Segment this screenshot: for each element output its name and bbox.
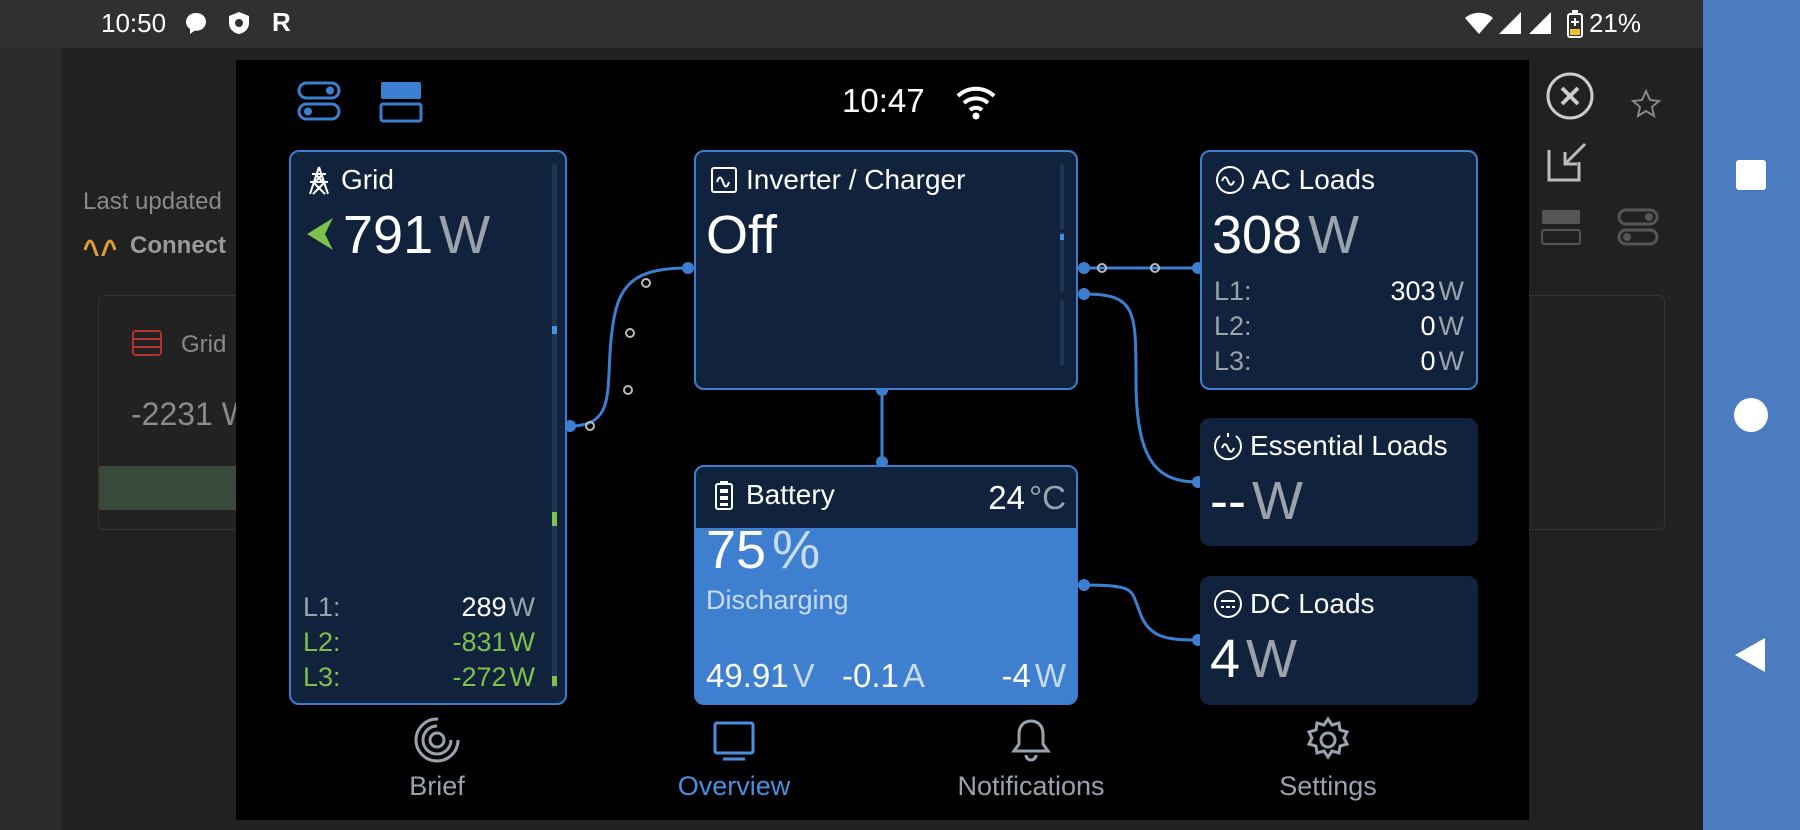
brief-icon (414, 717, 460, 763)
gear-icon (1306, 716, 1350, 760)
battery-tile[interactable]: Battery 24 °C 75% Discharging 49.91 V -0.1… (694, 465, 1078, 705)
ac-loads-tile[interactable]: AC Loads 308 W L1: 303 W L2: 0W L3: 0W (1200, 150, 1478, 390)
grid-card-icon (132, 330, 162, 356)
cell-signal-icon (1499, 12, 1521, 34)
nav-brief[interactable]: Brief (337, 715, 537, 802)
battery-icon-tile (715, 481, 733, 510)
status-bar: 10:50 R 21% (0, 0, 1703, 48)
close-icon[interactable] (1544, 70, 1596, 122)
ac-phase-l1: L1: 303 W (1214, 276, 1464, 306)
home-button[interactable] (1734, 398, 1768, 432)
ac-loads-unit: W (1308, 205, 1360, 265)
ac-phase-l2: L2: 0W (1214, 311, 1464, 341)
android-nav-bar (1703, 0, 1800, 830)
bg-grid-chart (99, 466, 259, 510)
essential-loads-tile[interactable]: Essential Loads -- W (1200, 418, 1478, 546)
inverter-title: Inverter / Charger (746, 164, 966, 195)
inverter-state: Off (706, 205, 778, 265)
chat-bubble-icon (186, 13, 206, 34)
r-app-icon: R (272, 7, 291, 37)
battery-icon (1567, 10, 1583, 38)
grid-value: 791 (343, 205, 434, 265)
shield-icon (229, 12, 249, 34)
battery-state: Discharging (706, 585, 849, 615)
essential-loads-unit: W (1251, 471, 1303, 531)
grid-gauge (552, 164, 557, 689)
grid-title: Grid (341, 164, 394, 195)
overview-icon (713, 721, 755, 761)
essential-loads-icon (1214, 433, 1242, 461)
overview-panel: 10:47 Grid 791 W L1: 289 W L2: -831 W L3… (236, 60, 1529, 820)
cell-signal-icon-2 (1529, 12, 1551, 34)
last-updated-label: Last updated (83, 188, 222, 215)
bell-icon (1011, 719, 1051, 762)
inverter-gauge (1060, 232, 1064, 292)
dc-loads-icon (1214, 590, 1242, 618)
battery-temperature: 24 °C (988, 479, 1066, 516)
nav-settings[interactable]: Settings (1228, 715, 1428, 802)
connection-icon (83, 239, 117, 256)
back-button[interactable] (1733, 636, 1767, 674)
bg-grid-value: -2231 W (131, 396, 252, 432)
wifi-icon (1465, 12, 1493, 34)
nav-notifications[interactable]: Notifications (931, 715, 1131, 802)
dc-loads-unit: W (1246, 629, 1298, 689)
dc-loads-value: 4 (1210, 629, 1241, 689)
battery-soc: 75 (706, 520, 767, 580)
bg-grid-title: Grid (181, 331, 227, 358)
inverter-tile[interactable]: Inverter / Charger Off (694, 150, 1078, 390)
grid-direction-arrow-icon (307, 218, 333, 250)
grid-phase-l2: L2: -831 W (303, 627, 535, 657)
inverter-icon (711, 167, 737, 193)
dc-loads-tile[interactable]: DC Loads 4W (1200, 576, 1478, 705)
battery-soc-unit: % (772, 520, 821, 580)
ac-phase-l3: L3: 0W (1214, 346, 1464, 376)
battery-voltage: 49.91 V (706, 657, 815, 694)
connection-label: Connect (130, 232, 226, 259)
dc-loads-title: DC Loads (1250, 588, 1375, 619)
exit-fullscreen-icon[interactable] (1545, 140, 1589, 184)
battery-percent: 21% (1588, 8, 1641, 38)
recents-button[interactable] (1736, 160, 1766, 190)
battery-current: -0.1 A (842, 657, 925, 694)
layout-icon-bg[interactable] (1540, 206, 1582, 248)
battery-power: -4 W (1001, 657, 1067, 694)
ac-wave-icon (1216, 166, 1244, 194)
ac-loads-title: AC Loads (1252, 164, 1375, 195)
grid-unit: W (439, 205, 491, 265)
ac-loads-value: 308 (1212, 205, 1303, 265)
essential-loads-value: -- (1210, 471, 1246, 531)
pylon-icon (309, 166, 329, 195)
nav-overview[interactable]: Overview (634, 715, 834, 802)
toggle-icon-bg[interactable] (1617, 206, 1659, 248)
battery-title: Battery (746, 479, 835, 510)
grid-tile[interactable]: Grid 791 W L1: 289 W L2: -831 W L3: -272 W (289, 150, 567, 705)
grid-phase-l3: L3: -272 W (303, 662, 535, 692)
star-icon[interactable] (1630, 88, 1662, 120)
essential-loads-title: Essential Loads (1250, 430, 1448, 461)
grid-phase-l1: L1: 289 W (303, 592, 535, 622)
status-time: 10:50 (101, 8, 167, 38)
